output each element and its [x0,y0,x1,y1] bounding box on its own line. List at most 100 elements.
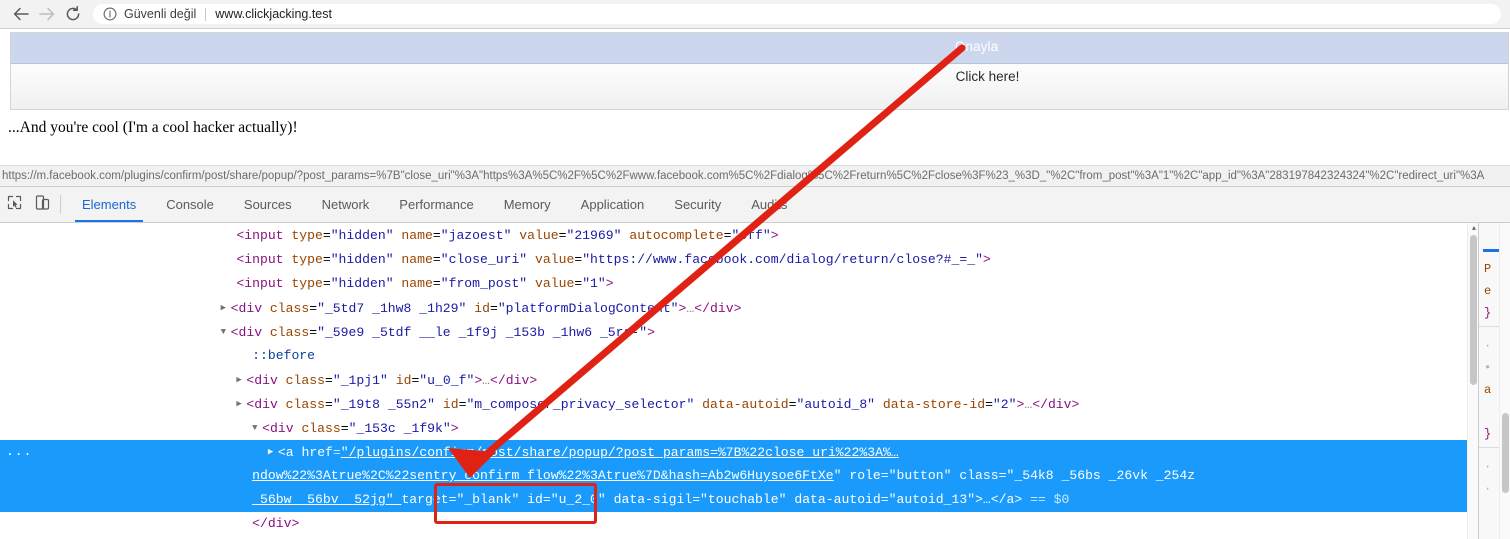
code-token: "hidden" [330,276,394,291]
twisty-collapsed-icon[interactable]: ▶ [221,296,231,320]
dom-tree-node-selected-wrap[interactable]: ndow%22%3Atrue%2C%22sentry_confirm_flow%… [0,464,1478,488]
tab-label: Console [166,197,214,212]
dom-tree-node[interactable]: ▼ <div class="_59e9 _5tdf __le _1f9j _153… [0,320,1478,344]
code-token: "jazoest" [440,228,512,243]
code-token: div [238,301,263,316]
click-here-decoy-label[interactable]: Click here! [11,69,1508,84]
scroll-up-arrow[interactable]: ▲ [1470,225,1478,233]
code-token: > [1071,397,1080,412]
code-token: ndow%22%3Atrue%2C%22sentry_confirm_flow%… [252,468,834,483]
reload-button[interactable] [60,2,86,26]
code-token: div [238,325,263,340]
code-token: > [474,373,483,388]
code-token: </ [694,301,710,316]
dom-tree-node[interactable]: ▶ <div class="_5td7 _1hw8 _1h29" id="plat… [0,296,1478,320]
code-token: "hidden" [330,252,394,267]
code-token: > [733,301,742,316]
code-token: class [262,301,310,316]
styles-pane-scrollbar[interactable] [1499,223,1510,539]
code-token: input [244,276,284,291]
code-token: "close_uri" [440,252,528,267]
twisty-expanded-icon[interactable]: ▼ [221,320,231,344]
code-token: autocomplete [621,228,724,243]
forward-button[interactable] [34,2,60,26]
tab-application[interactable]: Application [566,187,660,222]
twisty-expanded-icon[interactable]: ▼ [252,416,262,440]
dom-tree-node-selected[interactable]: ... ▶ <a href="/plugins/confirm/post/share… [0,440,1478,464]
back-button[interactable] [8,2,34,26]
dom-tree-node[interactable]: <input type="hidden" name="from_post" va… [0,272,1478,296]
clickjacked-iframe[interactable]: Onayla Click here! [10,32,1509,110]
code-token: = [309,325,318,340]
code-token: "https://www.facebook.com/dialog/return/… [582,252,983,267]
info-circle-icon[interactable] [103,7,117,21]
code-token: > [982,252,991,267]
code-token: == $0 [1022,492,1070,507]
code-token: = [432,276,441,291]
code-token: "_1pj1" [332,373,388,388]
code-token: "21969" [566,228,622,243]
confirm-button-label[interactable]: Onayla [11,39,1508,54]
dom-tree-node[interactable]: <input type="hidden" name="jazoest" valu… [0,224,1478,248]
code-token: "_153c _1f9k" [348,421,451,436]
code-token: > [291,516,300,531]
dom-tree-scrollbar[interactable]: ▲ [1467,223,1478,539]
dom-tree-node[interactable]: ▶ <div class="_19t8 _55n2" id="m_composer… [0,392,1478,416]
browser-toolbar: Güvenli değil www.clickjacking.test [0,0,1510,29]
code-token: "hidden" [330,228,394,243]
dom-tree-node[interactable]: ::before [0,344,1478,368]
dom-tree-node-closing[interactable]: </div> [0,512,1478,536]
twisty-collapsed-icon[interactable]: ▶ [236,368,246,392]
inspect-element-button[interactable] [0,187,28,222]
code-token: "autoid_8" [796,397,876,412]
code-token: target="_blank" [401,492,520,507]
tab-label: Memory [503,197,551,212]
cursor-inspect-icon [6,194,23,216]
code-token: = [340,421,349,436]
styles-pane[interactable]: P e } · • a } · · [1478,223,1510,539]
scrollbar-thumb[interactable] [1470,235,1477,385]
code-token: div [1047,397,1072,412]
code-token: " role="button" class="_54k8 _56bs _26vk… [833,468,1196,483]
code-token: id="u_2_0" data-sigil="touchable" data-a… [519,492,1023,507]
link-target-status-bar: https://m.facebook.com/plugins/confirm/p… [0,165,1510,186]
arrow-right-icon [38,5,56,23]
tab-performance[interactable]: Performance [384,187,488,222]
tab-console[interactable]: Console [151,187,229,222]
code-token: </ [252,516,268,531]
code-token: = [324,397,333,412]
toolbar-divider [60,195,61,214]
arrow-left-icon [12,5,30,23]
code-token: > [770,228,779,243]
address-bar[interactable]: Güvenli değil www.clickjacking.test [92,3,1502,25]
tab-audits[interactable]: Audits [736,187,802,222]
dom-tree-node[interactable]: ▶ <div class="_1pj1" id="u_0_f">…</div> [0,368,1478,392]
code-token: "off" [731,228,771,243]
dom-tree-node-selected-wrap-2[interactable]: _56bw _56bv _52jg" target="_blank" id="u… [0,488,1478,512]
dom-tree-node[interactable]: <input type="hidden" name="close_uri" va… [0,248,1478,272]
twisty-collapsed-icon[interactable]: ▶ [236,392,246,416]
code-token: value [527,276,575,291]
code-token: = [489,301,498,316]
code-token: type [283,276,323,291]
tab-sources[interactable]: Sources [229,187,307,222]
selected-node-marker[interactable]: ... [6,440,32,464]
scrollbar-thumb[interactable] [1502,413,1509,493]
tab-security[interactable]: Security [659,187,736,222]
tab-elements[interactable]: Elements [67,187,151,222]
page-body-text: ...And you're cool (I'm a cool hacker ac… [8,119,298,136]
code-token: div [270,421,294,436]
code-token: = [322,276,331,291]
tab-label: Application [580,197,645,212]
device-toolbar-toggle[interactable] [28,187,56,222]
dom-tree-node[interactable]: ▼ <div class="_153c _1f9k"> [0,416,1478,440]
twisty-collapsed-icon[interactable]: ▶ [268,440,278,464]
code-token: = [985,397,993,412]
iframe-body: Click here! [11,65,1508,109]
page-viewport: Onayla Click here! ...And you're cool (I… [0,29,1510,186]
code-token: class [262,325,310,340]
dom-tree-pane[interactable]: <input type="hidden" name="jazoest" valu… [0,223,1478,539]
tab-memory[interactable]: Memory [489,187,566,222]
tab-network[interactable]: Network [307,187,385,222]
code-token: class [293,421,341,436]
